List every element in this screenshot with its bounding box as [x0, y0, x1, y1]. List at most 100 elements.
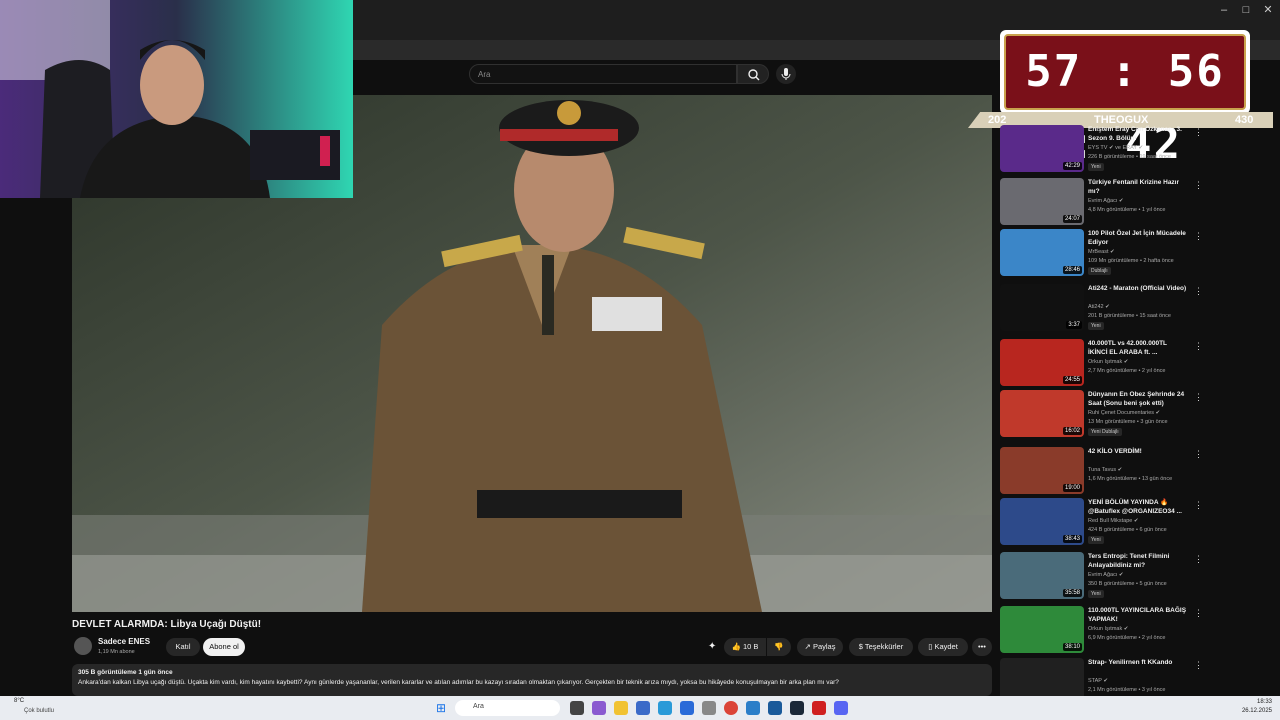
- video-thumbnail[interactable]: 42:29: [1000, 125, 1084, 172]
- video-thumbnail[interactable]: 35:58: [1000, 552, 1084, 599]
- video-thumbnail[interactable]: 28:46: [1000, 229, 1084, 276]
- recommendation-title[interactable]: 100 Pilot Özel Jet İçin Mücadele Ediyor: [1088, 229, 1188, 247]
- app-icon[interactable]: [746, 701, 760, 715]
- recommendation-item[interactable]: 19:00 42 KİLO VERDİM! Tuna Tavus ✔ 1,6 Mn g…: [1000, 447, 1270, 497]
- chrome-icon[interactable]: [724, 701, 738, 715]
- weather-desc[interactable]: Çok bulutlu: [24, 708, 54, 714]
- photos-icon[interactable]: [768, 701, 782, 715]
- recommendation-channel[interactable]: Evrim Ağacı ✔: [1088, 572, 1123, 578]
- recommendation-title[interactable]: 40.000TL vs 42.000.000TL İKİNCİ EL ARABA…: [1088, 339, 1188, 357]
- recommendation-meta: 350 B görüntüleme • 5 gün önce: [1088, 581, 1167, 587]
- recommendation-channel[interactable]: Ruhi Çenet Documentaries ✔: [1088, 410, 1160, 416]
- recommendation-title[interactable]: 110.000TL YAYINCILARA BAĞIŞ YAPMAK!: [1088, 606, 1188, 624]
- more-options-icon[interactable]: ⋮: [1194, 392, 1203, 403]
- more-options-icon[interactable]: ⋮: [1194, 449, 1203, 460]
- recommendation-title[interactable]: Eniştem Eray Can Özkenar - 3. Sezon 9. B…: [1088, 125, 1188, 143]
- video-thumbnail[interactable]: 24:55: [1000, 339, 1084, 386]
- recommendation-item[interactable]: 42:29 Eniştem Eray Can Özkenar - 3. Sezon…: [1000, 125, 1270, 175]
- description-box[interactable]: 305 B görüntüleme 1 gün önce Ankara'dan …: [72, 664, 992, 696]
- more-options-icon[interactable]: ⋮: [1194, 341, 1203, 352]
- recommendation-channel[interactable]: Tuna Tavus ✔: [1088, 467, 1122, 473]
- recommendation-item[interactable]: 28:46 100 Pilot Özel Jet İçin Mücadele Ed…: [1000, 229, 1270, 279]
- recommendation-item[interactable]: 35:58 Ters Entropi: Tenet Filmini Anlayab…: [1000, 552, 1270, 602]
- more-options-icon[interactable]: ⋮: [1194, 286, 1203, 297]
- windows-start-icon[interactable]: ⊞: [436, 701, 450, 715]
- recommendation-item[interactable]: 38:10 110.000TL YAYINCILARA BAĞIŞ YAPMAK!…: [1000, 606, 1270, 656]
- thanks-button[interactable]: $ Teşekkürler: [849, 638, 913, 656]
- recommendation-channel[interactable]: STAP ✔: [1088, 678, 1108, 684]
- recommendation-item[interactable]: 24:07 Türkiye Fentanil Krizine Hazır mı? E…: [1000, 178, 1270, 228]
- more-options-icon[interactable]: ⋮: [1194, 231, 1203, 242]
- share-button[interactable]: ↗ Paylaş: [797, 638, 843, 656]
- sparkle-icon[interactable]: ✦: [708, 641, 716, 652]
- subscriber-count: 1,19 Mn abone: [98, 649, 135, 655]
- more-options-icon[interactable]: ⋮: [1194, 554, 1203, 565]
- minimize-button[interactable]: –: [1214, 2, 1234, 18]
- recommendation-title[interactable]: YENİ BÖLÜM YAYINDA 🔥 @Batuflex @ORGANIZE…: [1088, 498, 1188, 516]
- settings-icon[interactable]: [702, 701, 716, 715]
- recommendation-meta: 226 B görüntüleme • 19 saat önce: [1088, 154, 1171, 160]
- video-title: DEVLET ALARMDA: Libya Uçağı Düştü!: [72, 619, 262, 630]
- discord-icon[interactable]: [834, 701, 848, 715]
- dislike-button[interactable]: 👎: [767, 638, 791, 656]
- save-button[interactable]: ▯ Kaydet: [918, 638, 968, 656]
- more-options-icon[interactable]: ⋮: [1194, 608, 1203, 619]
- search-input[interactable]: Ara: [469, 64, 737, 84]
- video-thumbnail[interactable]: 38:10: [1000, 606, 1084, 653]
- recommendation-channel[interactable]: Orkun Işıtmak ✔: [1088, 359, 1128, 365]
- file-explorer-icon[interactable]: [614, 701, 628, 715]
- copilot-icon[interactable]: [592, 701, 606, 715]
- recommendation-channel[interactable]: Red Bull Mikstape ✔: [1088, 518, 1138, 524]
- recommendation-title[interactable]: Ati242 - Maraton (Official Video): [1088, 284, 1188, 293]
- join-button[interactable]: Katıl: [166, 638, 200, 656]
- recommendation-badge: Yeni: [1088, 590, 1104, 598]
- more-options-icon[interactable]: ⋮: [1194, 127, 1203, 138]
- more-options-icon[interactable]: ⋮: [1194, 660, 1203, 671]
- task-view-icon[interactable]: [570, 701, 584, 715]
- like-button[interactable]: 👍 10 B: [724, 638, 766, 656]
- more-actions-button[interactable]: •••: [972, 638, 992, 656]
- weather-temp[interactable]: 8°C: [14, 698, 24, 704]
- video-thumbnail[interactable]: 3:37: [1000, 284, 1084, 331]
- video-thumbnail[interactable]: 38:43: [1000, 498, 1084, 545]
- recommendation-item[interactable]: 38:43 YENİ BÖLÜM YAYINDA 🔥 @Batuflex @ORG…: [1000, 498, 1270, 548]
- recommendation-item[interactable]: 16:02 Dünyanın En Obez Şehrinde 24 Saat (…: [1000, 390, 1270, 440]
- search-button[interactable]: [737, 64, 769, 84]
- close-button[interactable]: ✕: [1258, 2, 1278, 18]
- more-options-icon[interactable]: ⋮: [1194, 500, 1203, 511]
- recommendation-channel[interactable]: MrBeast ✔: [1088, 249, 1115, 255]
- recommendation-item[interactable]: 3:37 Ati242 - Maraton (Official Video) Ati…: [1000, 284, 1270, 334]
- channel-avatar[interactable]: [74, 637, 92, 655]
- recommendation-channel[interactable]: EYS TV ✔ ve ERAY ✔: [1088, 145, 1143, 151]
- recommendation-item[interactable]: 24:55 40.000TL vs 42.000.000TL İKİNCİ EL …: [1000, 339, 1270, 389]
- store-icon[interactable]: [636, 701, 650, 715]
- recommendation-badge: Yeni: [1088, 163, 1104, 171]
- recommendation-meta: 13 Mn görüntüleme • 3 gün önce: [1088, 419, 1168, 425]
- recommendation-title[interactable]: Ters Entropi: Tenet Filmini Anlayabildin…: [1088, 552, 1188, 570]
- recommendation-title[interactable]: Strap- Yenilirnen ft KKando: [1088, 658, 1188, 667]
- edge-icon[interactable]: [658, 701, 672, 715]
- maximize-button[interactable]: □: [1236, 2, 1256, 18]
- video-thumbnail[interactable]: 16:02: [1000, 390, 1084, 437]
- webcam-overlay: [0, 0, 353, 198]
- voice-search-button[interactable]: [776, 64, 796, 84]
- video-thumbnail[interactable]: 19:00: [1000, 447, 1084, 494]
- recommendation-title[interactable]: 42 KİLO VERDİM!: [1088, 447, 1188, 456]
- steam-icon[interactable]: [790, 701, 804, 715]
- more-options-icon[interactable]: ⋮: [1194, 180, 1203, 191]
- recommendation-channel[interactable]: Orkun Işıtmak ✔: [1088, 626, 1128, 632]
- mail-icon[interactable]: [680, 701, 694, 715]
- recommendation-title[interactable]: Dünyanın En Obez Şehrinde 24 Saat (Sonu …: [1088, 390, 1188, 408]
- bookmark-icon: ▯: [928, 642, 933, 651]
- video-thumbnail[interactable]: 24:07: [1000, 178, 1084, 225]
- subscribe-button[interactable]: Abone ol: [203, 638, 245, 656]
- taskbar-search[interactable]: Ara: [455, 700, 560, 716]
- clock-date[interactable]: 26.12.2025: [1224, 708, 1272, 714]
- recommendation-channel[interactable]: Ati242 ✔: [1088, 304, 1110, 310]
- recommendation-title[interactable]: Türkiye Fentanil Krizine Hazır mı?: [1088, 178, 1188, 196]
- channel-name[interactable]: Sadece ENES: [98, 637, 150, 646]
- clock-time[interactable]: 18:33: [1224, 699, 1272, 705]
- stream-timer-widget: 57 : 56 : 42: [1000, 30, 1250, 169]
- obs-icon[interactable]: [812, 701, 826, 715]
- recommendation-channel[interactable]: Evrim Ağacı ✔: [1088, 198, 1123, 204]
